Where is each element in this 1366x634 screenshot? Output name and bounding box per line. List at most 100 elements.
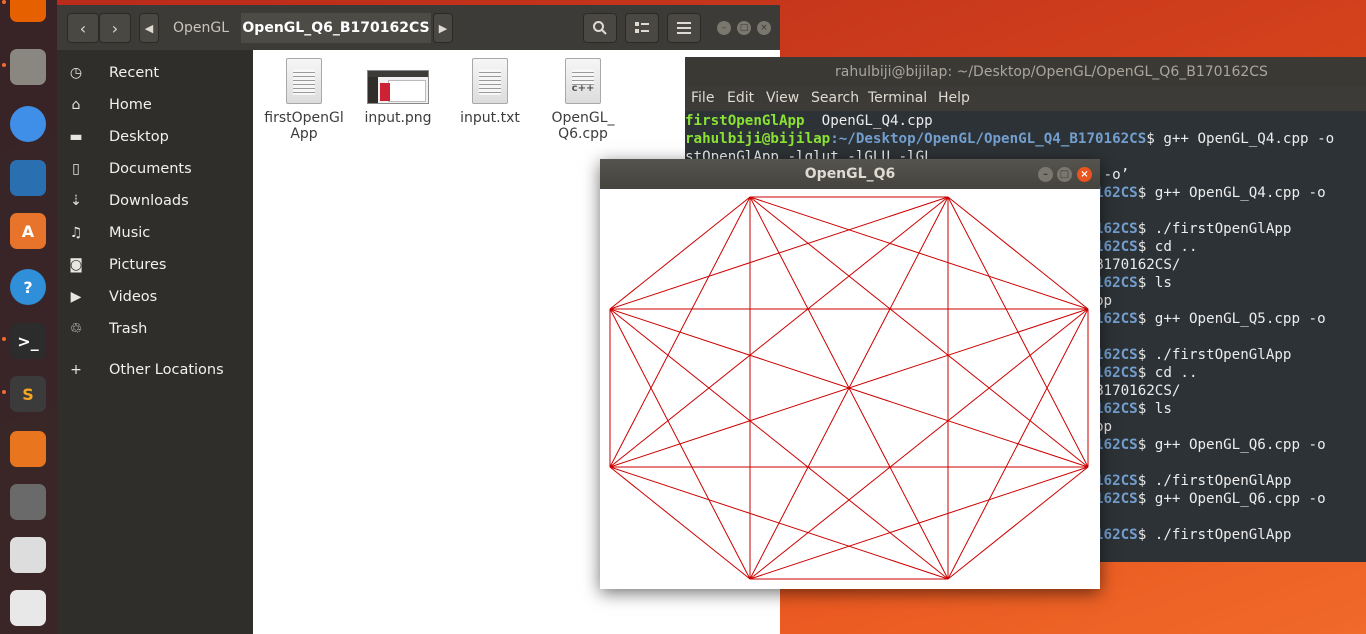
graph-edge <box>609 466 751 580</box>
file-item-input-png[interactable]: input.png <box>348 58 448 126</box>
graph-edge <box>749 466 1089 580</box>
software-icon[interactable]: A <box>10 213 46 249</box>
sidebar-item-label: Home <box>109 97 152 113</box>
opengl-window: OpenGL_Q6 – □ × <box>600 159 1100 589</box>
sidebar-item-label: Other Locations <box>109 362 224 378</box>
list-view-icon <box>635 22 649 33</box>
file-name: input.txt <box>460 110 520 126</box>
sidebar-item-label: Desktop <box>109 129 169 145</box>
gl-maximize-button[interactable]: □ <box>1057 167 1072 182</box>
menu-button[interactable] <box>667 13 701 43</box>
hamburger-icon <box>677 22 691 34</box>
sidebar-item-downloads[interactable]: ⇣ Downloads <box>57 185 253 217</box>
gl-minimize-button[interactable]: – <box>1038 167 1053 182</box>
triangle-right-icon: ▶ <box>438 21 448 35</box>
music-icon: ♫ <box>69 225 83 241</box>
terminal-line: rahulbiji@bijilap:~/Desktop/OpenGL/OpenG… <box>685 131 1335 147</box>
graph-edge <box>609 308 949 580</box>
terminal-icon[interactable]: >_ <box>10 323 46 359</box>
file-name: OpenGL_ <box>551 110 615 126</box>
forward-button[interactable]: › <box>99 13 131 43</box>
vlc-icon[interactable] <box>10 431 46 467</box>
sublime-icon[interactable]: S <box>10 376 46 412</box>
sidebar-item-desktop[interactable]: ▬ Desktop <box>57 121 253 153</box>
sidebar-item-label: Downloads <box>109 193 189 209</box>
menu-file[interactable]: File <box>691 90 714 106</box>
menu-search[interactable]: Search <box>811 90 859 106</box>
sidebar-item-videos[interactable]: ▶ Videos <box>57 281 253 313</box>
image-thumbnail-icon <box>367 70 429 104</box>
sidebar-item-label: Trash <box>109 321 148 337</box>
back-button[interactable]: ‹ <box>67 13 99 43</box>
file-item-firstopenglapp[interactable]: firstOpenGl App <box>254 58 354 142</box>
calculator-icon[interactable] <box>10 484 46 520</box>
graph-edge <box>749 196 1089 468</box>
text-file-icon <box>472 58 508 104</box>
file-item-opengl-q6-cpp[interactable]: c++ OpenGL_ Q6.cpp <box>533 58 633 142</box>
opengl-window-title: OpenGL_Q6 <box>804 166 896 182</box>
breadcrumb-scroll-right-button[interactable]: ▶ <box>433 13 453 43</box>
terminal-menubar: File Edit View Search Terminal Help <box>685 86 1366 111</box>
view-toggle-button[interactable] <box>625 13 659 43</box>
breadcrumb-scroll-left-button[interactable]: ◀ <box>139 13 159 43</box>
graph-edge <box>609 466 949 580</box>
sidebar-item-label: Videos <box>109 289 158 305</box>
breadcrumb-opengl[interactable]: OpenGL <box>161 13 241 43</box>
menu-edit[interactable]: Edit <box>727 90 754 106</box>
sidebar-item-recent[interactable]: ◷ Recent <box>57 57 253 89</box>
file-name-line2: Q6.cpp <box>558 126 608 142</box>
running-indicator <box>2 390 6 394</box>
running-indicator <box>2 63 6 67</box>
graph-edge <box>609 196 949 468</box>
graph-edge <box>609 196 949 310</box>
opengl-canvas <box>609 196 1089 580</box>
search-button[interactable] <box>583 13 617 43</box>
gl-close-button[interactable]: × <box>1077 167 1092 182</box>
breadcrumb-current-folder[interactable]: OpenGL_Q6_B170162CS <box>241 13 431 43</box>
menu-help[interactable]: Help <box>938 90 970 106</box>
plus-icon: + <box>70 362 82 378</box>
menu-terminal[interactable]: Terminal <box>868 90 927 106</box>
sidebar-item-label: Music <box>109 225 151 241</box>
triangle-left-icon: ◀ <box>144 21 154 35</box>
sidebar-item-trash[interactable]: ♲ Trash <box>57 313 253 345</box>
terminal-titlebar: rahulbiji@bijilap: ~/Desktop/OpenGL/Open… <box>685 57 1366 86</box>
maximize-button[interactable]: □ <box>737 21 751 35</box>
graph-edge <box>947 466 1089 580</box>
sidebar-item-other-locations[interactable]: + Other Locations <box>57 354 253 386</box>
graph-edge <box>947 196 1089 310</box>
clock-icon: ◷ <box>69 65 83 81</box>
file-name: firstOpenGl <box>264 110 344 126</box>
files-icon[interactable] <box>10 49 46 85</box>
cpp-file-icon: c++ <box>565 58 601 104</box>
sidebar-item-home[interactable]: ⌂ Home <box>57 89 253 121</box>
firefox-icon[interactable] <box>10 0 46 22</box>
graph-edge <box>749 308 1089 580</box>
close-button[interactable]: × <box>757 21 771 35</box>
home-icon: ⌂ <box>71 97 81 113</box>
text-editor-icon[interactable] <box>10 537 46 573</box>
sidebar-item-label: Pictures <box>109 257 167 273</box>
writer-icon[interactable] <box>10 160 46 196</box>
terminal-line: firstOpenGlApp OpenGL_Q4.cpp <box>685 113 933 129</box>
binary-file-icon <box>286 58 322 104</box>
file-item-input-txt[interactable]: input.txt <box>440 58 540 126</box>
graph-edge <box>609 308 751 580</box>
chevron-left-icon: ‹ <box>79 18 87 38</box>
sidebar-item-label: Recent <box>109 65 160 81</box>
video-icon: ▶ <box>70 289 82 305</box>
search-icon <box>593 21 607 35</box>
file-name-line2: App <box>290 126 318 142</box>
running-indicator <box>2 337 6 341</box>
sidebar-item-pictures[interactable]: ◙ Pictures <box>57 249 253 281</box>
minimize-button[interactable]: – <box>717 21 731 35</box>
help-icon[interactable]: ? <box>10 269 46 305</box>
sidebar-item-documents[interactable]: ▯ Documents <box>57 153 253 185</box>
sidebar-item-label: Documents <box>109 161 192 177</box>
opengl-titlebar: OpenGL_Q6 – □ × <box>600 159 1100 189</box>
pdf-viewer-icon[interactable] <box>10 590 46 626</box>
sidebar-item-music[interactable]: ♫ Music <box>57 217 253 249</box>
chrome-icon[interactable] <box>10 106 46 142</box>
chevron-right-icon: › <box>111 18 119 38</box>
menu-view[interactable]: View <box>766 90 799 106</box>
